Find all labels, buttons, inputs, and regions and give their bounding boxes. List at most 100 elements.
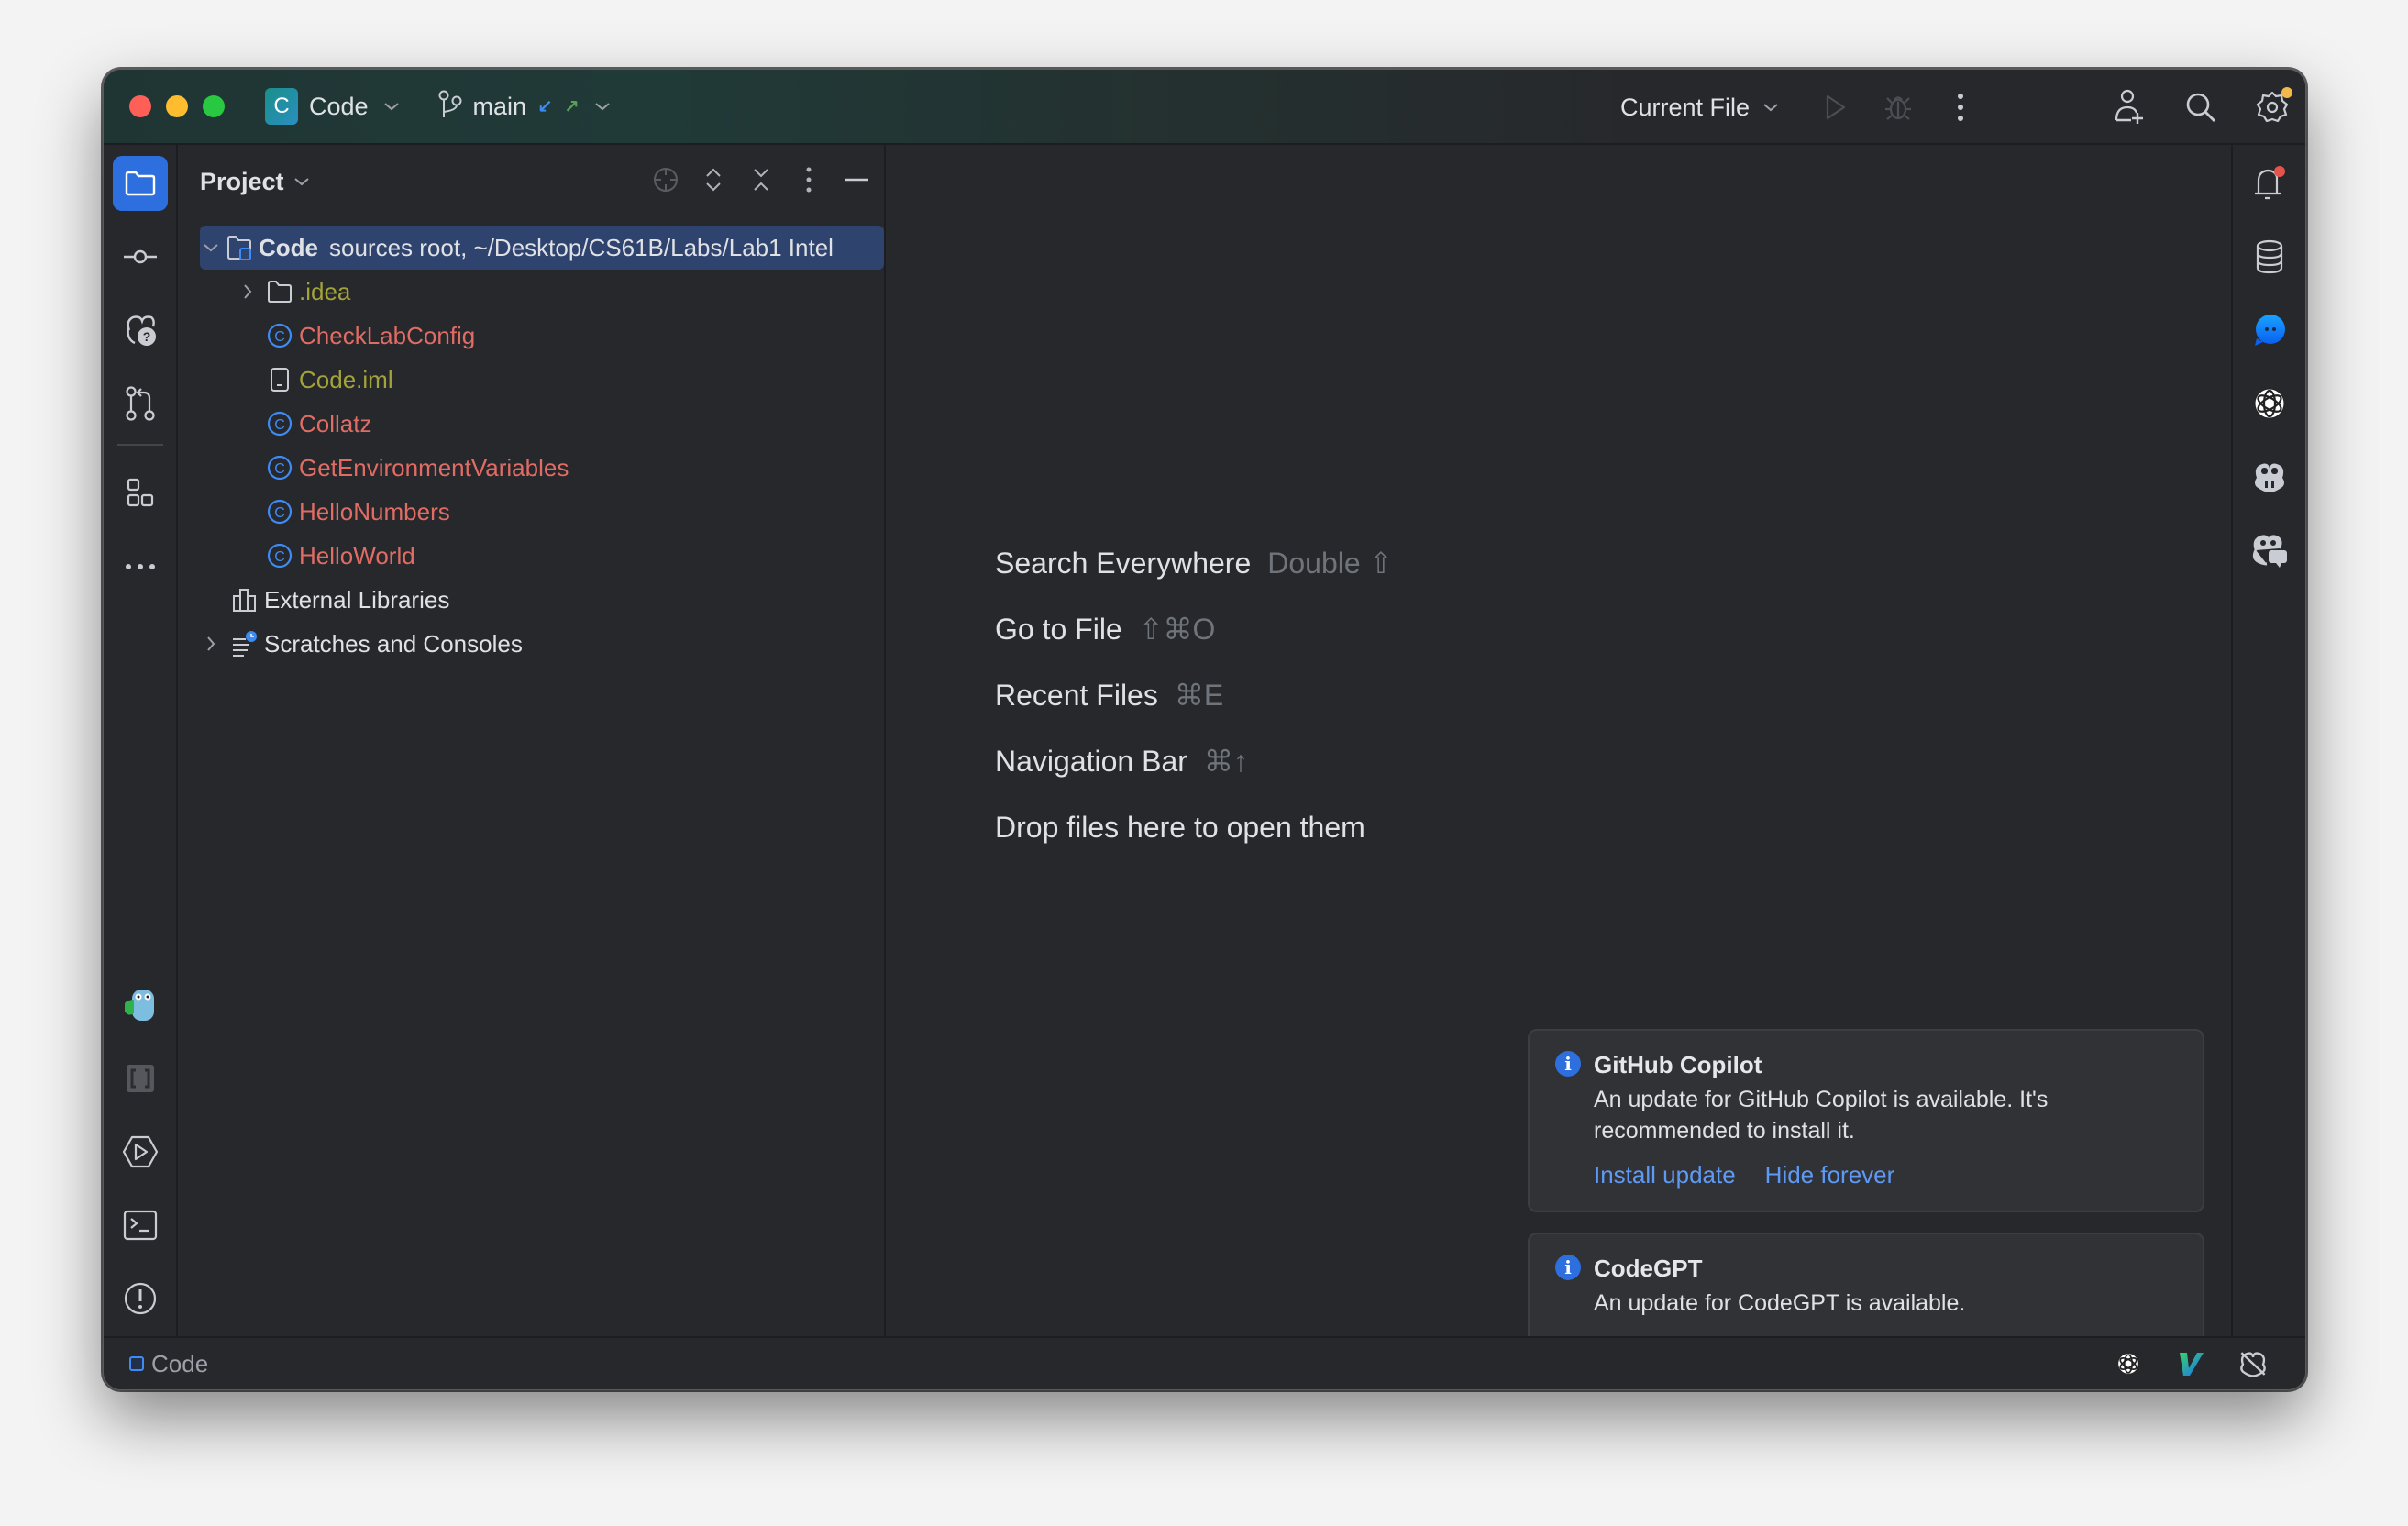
branch-icon [438,90,462,124]
tree-item-idea[interactable]: .idea [178,270,884,314]
incoming-changes-icon: ↙ [537,96,553,117]
tree-item-checklabconfig[interactable]: C CheckLabConfig [178,314,884,358]
openai-status-icon [2117,1353,2139,1375]
hint-go-to-file: Go to File ⇧⌘O [995,596,1393,662]
pull-requests-tool-button[interactable] [113,376,168,431]
chevron-right-icon[interactable] [237,283,259,300]
tree-item-hellonumbers[interactable]: C HelloNumbers [178,490,884,534]
structure-tool-button[interactable] [113,466,168,521]
tree-item-label: Code.iml [299,365,393,393]
project-tool-window: Project Code sources root, ~/Desktop/CS6… [178,145,886,1336]
run-configuration-label: Current File [1619,93,1750,121]
project-view-selector[interactable]: Project [200,168,284,196]
hint-recent-files: Recent Files ⌘E [995,662,1393,728]
tree-item-getenvironmentvariables[interactable]: C GetEnvironmentVariables [178,446,884,490]
java-class-icon: C [266,542,293,569]
more-actions-button[interactable] [1940,87,1981,127]
chevron-down-icon [594,97,611,116]
chevron-down-icon[interactable] [293,172,310,192]
chevron-right-icon[interactable] [200,636,222,652]
codeium-status-widget[interactable] [2175,1348,2206,1379]
chat-tool-button[interactable] [2242,303,2297,358]
project-selector[interactable]: C Code [265,88,400,125]
tree-item-helloworld[interactable]: C HelloWorld [178,534,884,578]
project-panel-actions [646,160,877,200]
terminal-tool-button[interactable] [113,1198,168,1253]
json-tool-button[interactable] [113,1051,168,1106]
folder-icon [266,278,293,305]
library-icon [231,586,259,614]
expand-all-button[interactable] [693,160,734,200]
settings-button[interactable] [2252,87,2292,127]
tree-root-code[interactable]: Code sources root, ~/Desktop/CS61B/Labs/… [200,226,884,270]
locate-icon [654,168,678,192]
tree-item-code-iml[interactable]: Code.iml [178,358,884,402]
copilot-status-widget[interactable] [2237,1348,2269,1379]
collapse-all-icon [754,169,768,191]
minimize-icon [845,178,868,182]
svg-text:C: C [274,329,285,345]
tree-item-label: Collatz [299,409,372,437]
debug-button[interactable] [1878,87,1918,127]
branch-selector[interactable]: main ↙ ↗ [438,90,611,124]
breadcrumb-module: Code [151,1349,209,1377]
brackets-icon [127,1065,154,1092]
copilot-help-icon: ? [127,315,156,346]
install-update-link[interactable]: Install update [1594,1161,1736,1189]
run-configuration-selector[interactable]: Current File [1620,94,1779,122]
run-icon [1826,94,1846,120]
hint-label: Drop files here to open them [995,810,1365,844]
collapse-all-button[interactable] [741,160,781,200]
project-tool-button[interactable] [113,156,168,211]
chevron-down-icon [383,97,400,116]
title-bar-actions: Current File [1620,70,2305,145]
copilot-chat-tool-button[interactable]: ? [113,303,168,358]
close-window-button[interactable] [129,95,151,117]
gopher-icon [125,990,154,1021]
services-tool-button[interactable] [113,1124,168,1179]
chevron-down-icon[interactable] [200,242,222,253]
project-name: Code [309,92,369,120]
copilot-icon [2255,463,2284,492]
select-opened-file-button[interactable] [646,160,686,200]
root-name: Code [259,233,318,261]
maximize-window-button[interactable] [203,95,225,117]
commit-tool-button[interactable] [113,229,168,284]
tree-item-collatz[interactable]: C Collatz [178,402,884,446]
database-tool-button[interactable] [2242,229,2297,284]
hint-shortcut: ⇧⌘O [1138,613,1216,646]
copilot-tool-button[interactable] [2242,449,2297,504]
scratches-icon [231,630,259,658]
go-linter-tool-button[interactable] [113,978,168,1033]
notifications-icon [2255,166,2285,200]
hide-panel-button[interactable] [836,160,877,200]
project-options-button[interactable] [789,160,829,200]
tree-item-external-libraries[interactable]: External Libraries [178,578,884,622]
svg-text:C: C [274,461,285,477]
database-icon [2256,239,2283,274]
tree-item-label: HelloWorld [299,541,415,569]
svg-text:?: ? [143,329,151,344]
problems-tool-button[interactable] [113,1271,168,1326]
chatgpt-tool-button[interactable] [2242,376,2297,431]
notifications-tool-button[interactable] [2242,156,2297,211]
search-everywhere-button[interactable] [2181,87,2221,127]
java-class-icon: C [266,410,293,437]
openai-status-widget[interactable] [2113,1348,2144,1379]
hint-search-everywhere: Search Everywhere Double ⇧ [995,530,1393,596]
hide-forever-link[interactable]: Hide forever [1765,1161,1895,1189]
code-with-me-button[interactable] [2109,87,2149,127]
copilot-chat-tool-button[interactable] [2242,523,2297,578]
tree-item-label: GetEnvironmentVariables [299,453,569,481]
more-tool-windows-button[interactable] [113,539,168,594]
commit-icon [124,249,157,264]
minimize-window-button[interactable] [166,95,188,117]
run-button[interactable] [1816,87,1856,127]
breadcrumb[interactable]: Code [129,1350,208,1378]
editor-area[interactable]: Search Everywhere Double ⇧ Go to File ⇧⌘… [886,145,2231,1387]
strip-divider [117,444,163,446]
hint-label: Go to File [995,612,1122,646]
copilot-chat-icon [2252,535,2287,568]
tree-item-scratches[interactable]: Scratches and Consoles [178,622,884,666]
more-vertical-icon [806,167,812,193]
